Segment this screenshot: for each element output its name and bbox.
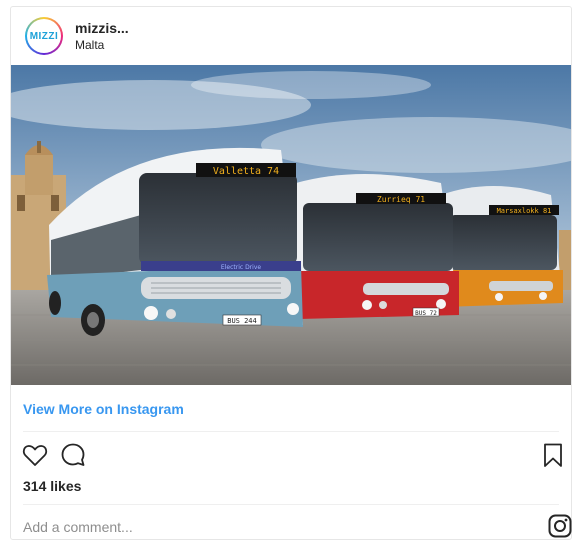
- bus-photo-illustration: Marsaxlokk 81 Zurrieq 71 BUS 72 Valletta…: [11, 65, 571, 385]
- comment-icon[interactable]: [59, 441, 87, 469]
- add-comment-input[interactable]: Add a comment...: [23, 519, 133, 535]
- blue-bus-plate: BUS 244: [227, 317, 257, 325]
- post-header: MIZZI mizzis... Malta: [11, 7, 571, 65]
- red-bus: Zurrieq 71 BUS 72: [296, 174, 459, 319]
- blue-bus-destination: Valletta 74: [213, 166, 279, 177]
- instagram-logo-icon[interactable]: [547, 513, 573, 539]
- red-bus-plate: BUS 72: [415, 310, 437, 317]
- divider: [23, 504, 559, 505]
- red-bus-destination: Zurrieq 71: [377, 195, 425, 204]
- orange-bus: Marsaxlokk 81: [441, 186, 563, 307]
- orange-bus-destination: Marsaxlokk 81: [497, 207, 552, 215]
- view-more-link[interactable]: View More on Instagram: [23, 401, 184, 417]
- heart-icon[interactable]: [21, 441, 49, 469]
- likes-count[interactable]: 314 likes: [23, 478, 81, 494]
- blue-bus-side-text: Electric Drive: [221, 264, 261, 271]
- location[interactable]: Malta: [75, 38, 104, 52]
- avatar-text: MIZZI: [29, 30, 59, 42]
- instagram-embed-card: MIZZI mizzis... Malta Marsaxlokk 81 Zurr…: [10, 6, 572, 540]
- action-bar: [11, 439, 571, 473]
- bookmark-icon[interactable]: [539, 441, 567, 469]
- post-photo[interactable]: Marsaxlokk 81 Zurrieq 71 BUS 72 Valletta…: [11, 65, 571, 385]
- avatar[interactable]: MIZZI: [25, 17, 63, 55]
- username[interactable]: mizzis...: [75, 20, 129, 36]
- divider: [23, 431, 559, 432]
